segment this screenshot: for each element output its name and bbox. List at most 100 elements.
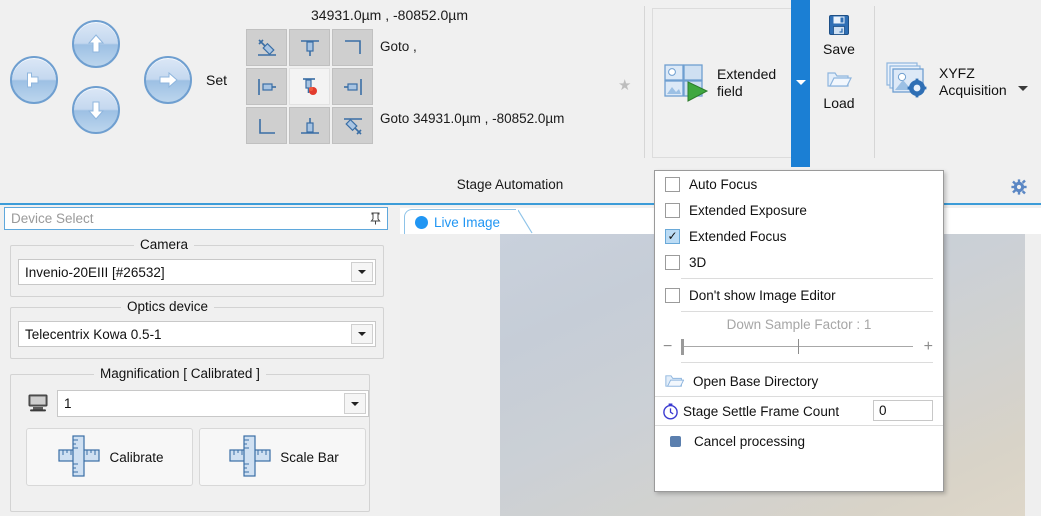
- checkbox-3d[interactable]: [665, 254, 680, 270]
- extended-field-label-line1: Extended: [717, 66, 777, 82]
- menu-separator-3: [681, 362, 933, 363]
- application-window: Set 34931.0µm , -80852.0µm Goto , Goto 3…: [0, 0, 1041, 516]
- menu-item-extended-exposure[interactable]: Extended Exposure: [655, 197, 943, 223]
- extended-field-dropdown-menu: Auto Focus Extended Exposure Extended Fo…: [654, 170, 944, 492]
- stage-move-right-button[interactable]: [144, 56, 192, 104]
- xyfz-acquisition-button[interactable]: XYFZ Acquisition: [884, 8, 1034, 156]
- device-select-panel: Device Select Camera Invenio-20EIII [#26…: [0, 205, 394, 516]
- stage-settle-frame-count-input[interactable]: 0: [873, 400, 933, 421]
- ruler-cross-icon: [55, 433, 103, 482]
- menu-item-dont-show-image-editor[interactable]: Don't show Image Editor: [655, 282, 943, 308]
- save-load-group: Save Load: [812, 10, 866, 155]
- stopwatch-icon: [661, 403, 680, 420]
- menu-item-open-base-directory[interactable]: Open Base Directory: [655, 366, 943, 396]
- canvas-left-gutter: [400, 234, 500, 516]
- set-bottom-left-button[interactable]: [246, 107, 287, 144]
- goto-bottom-label[interactable]: Goto 34931.0µm , -80852.0µm: [380, 111, 564, 126]
- star-icon[interactable]: ★: [618, 78, 631, 93]
- chevron-down-icon[interactable]: [1018, 86, 1028, 91]
- set-top-left-button[interactable]: [246, 29, 287, 66]
- pin-bottom-right-icon: [343, 117, 362, 135]
- set-bottom-center-button[interactable]: [289, 107, 330, 144]
- arrow-down-icon: [87, 101, 105, 120]
- menu-item-dont-show-image-editor-label: Don't show Image Editor: [689, 287, 836, 303]
- stage-move-up-button[interactable]: [72, 20, 120, 68]
- extended-field-label: Extended field: [717, 66, 776, 100]
- tab-live-image-label: Live Image: [434, 215, 501, 230]
- menu-separator-1: [681, 278, 933, 279]
- menu-item-cancel-processing[interactable]: Cancel processing: [655, 426, 943, 456]
- menu-item-3d[interactable]: 3D: [655, 249, 943, 275]
- menu-item-stage-settle-frame-count-label: Stage Settle Frame Count: [683, 403, 840, 419]
- corner-bottom-left-icon: [258, 118, 275, 134]
- set-top-center-button[interactable]: [289, 29, 330, 66]
- checkbox-dont-show-image-editor[interactable]: [665, 287, 680, 303]
- camera-select[interactable]: Invenio-20EIII [#26532]: [18, 259, 376, 285]
- menu-item-stage-settle-frame-count[interactable]: Stage Settle Frame Count 0: [655, 397, 943, 425]
- chevron-down-icon[interactable]: [344, 393, 366, 414]
- set-middle-left-button[interactable]: [246, 68, 287, 105]
- arrow-left-icon: [27, 72, 39, 88]
- gear-icon[interactable]: [1011, 179, 1027, 198]
- down-sample-factor-label: Down Sample Factor : 1: [726, 317, 872, 332]
- scale-bar-label: Scale Bar: [280, 449, 339, 465]
- menu-separator-2: [681, 311, 933, 312]
- set-center-button[interactable]: [289, 68, 330, 105]
- device-select-header[interactable]: Device Select: [4, 207, 388, 230]
- pin-bottom-center-icon: [300, 117, 319, 134]
- stop-square-icon: [670, 435, 681, 447]
- chevron-down-icon[interactable]: [351, 324, 373, 344]
- menu-item-extended-focus[interactable]: Extended Focus: [655, 223, 943, 249]
- stage-coordinate-readout: 34931.0µm , -80852.0µm: [311, 7, 469, 23]
- save-button[interactable]: Save: [812, 10, 866, 58]
- set-top-right-button[interactable]: [332, 29, 373, 66]
- pin-right-icon: [343, 78, 362, 95]
- extended-field-label-line2: field: [717, 83, 743, 99]
- xyfz-label: XYFZ Acquisition: [939, 65, 1007, 99]
- slider-tick-mid: [798, 339, 799, 354]
- pin-center-red-icon: [302, 77, 317, 95]
- arrow-right-icon: [159, 71, 178, 89]
- calibrate-label: Calibrate: [109, 449, 164, 465]
- load-label: Load: [823, 95, 855, 111]
- minus-icon[interactable]: −: [663, 339, 672, 355]
- optics-device-select[interactable]: Telecentrix Kowa 0.5-1: [18, 321, 376, 347]
- menu-item-auto-focus-label: Auto Focus: [689, 176, 758, 192]
- menu-item-auto-focus[interactable]: Auto Focus: [655, 171, 943, 197]
- set-middle-right-button[interactable]: [332, 68, 373, 105]
- down-sample-factor-slider[interactable]: − +: [655, 335, 943, 359]
- magnification-group-title: Magnification [ Calibrated ]: [94, 366, 266, 381]
- tab-live-image[interactable]: Live Image: [404, 209, 517, 235]
- pin-icon[interactable]: [370, 212, 381, 228]
- device-select-title: Device Select: [11, 211, 94, 226]
- checkbox-auto-focus[interactable]: [665, 176, 680, 192]
- pin-top-center-icon: [300, 39, 319, 56]
- tab-slant-edge: [518, 209, 534, 234]
- magnification-group: Magnification [ Calibrated ] 1 Calibrate…: [10, 366, 370, 512]
- xyfz-label-line1: XYFZ: [939, 65, 975, 81]
- stage-move-down-button[interactable]: [72, 86, 120, 134]
- checkbox-extended-exposure[interactable]: [665, 202, 680, 218]
- slider-thumb[interactable]: [681, 339, 684, 355]
- load-button[interactable]: Load: [812, 64, 866, 112]
- chevron-down-icon[interactable]: [351, 262, 373, 282]
- optics-device-group: Optics device Telecentrix Kowa 0.5-1: [10, 299, 384, 359]
- extended-field-button[interactable]: Extended field: [652, 8, 792, 158]
- menu-item-extended-exposure-label: Extended Exposure: [689, 202, 807, 218]
- scale-bar-button[interactable]: Scale Bar: [199, 428, 366, 486]
- goto-top-label[interactable]: Goto ,: [380, 39, 417, 54]
- checkbox-extended-focus[interactable]: [665, 228, 680, 244]
- plus-icon[interactable]: +: [924, 339, 933, 355]
- arrow-up-icon: [87, 34, 105, 53]
- ribbon-toolbar: Set 34931.0µm , -80852.0µm Goto , Goto 3…: [0, 0, 1041, 170]
- calibrate-button[interactable]: Calibrate: [26, 428, 193, 486]
- image-stack-gear-icon: [884, 60, 932, 105]
- set-position-grid: [246, 29, 373, 144]
- stage-move-left-button[interactable]: [10, 56, 58, 104]
- extended-field-dropdown-button[interactable]: [791, 0, 810, 167]
- pin-top-left-icon: [257, 38, 276, 56]
- set-bottom-right-button[interactable]: [332, 107, 373, 144]
- set-label: Set: [206, 72, 228, 88]
- camera-select-value: Invenio-20EIII [#26532]: [25, 264, 165, 280]
- magnification-select[interactable]: 1: [57, 390, 369, 417]
